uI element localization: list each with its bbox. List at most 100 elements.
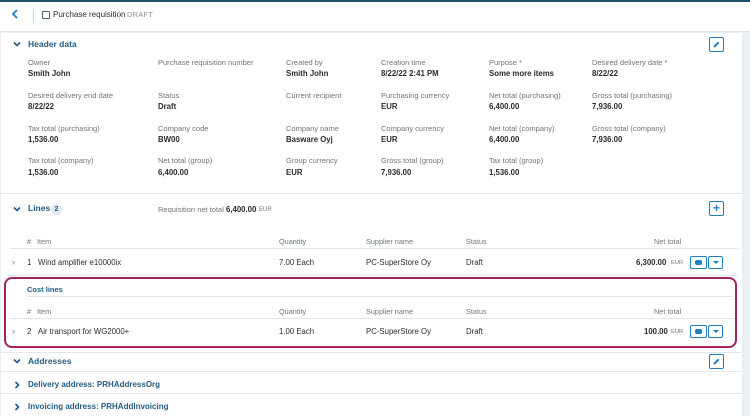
field-value: Some more items	[489, 69, 554, 78]
column-header-status: Status	[466, 237, 487, 246]
field-value: 7,936.00	[592, 102, 623, 111]
row-quantity: 1.00 Each	[279, 327, 315, 336]
column-header-number: #	[27, 237, 32, 246]
field-label: Net total (group)	[158, 156, 213, 165]
chevron-right-icon[interactable]	[13, 381, 21, 389]
table-header-divider	[10, 248, 738, 249]
field-value: EUR	[381, 135, 398, 144]
row-number: 1	[27, 258, 32, 267]
divider	[1, 393, 742, 394]
field-label: Desired delivery end date	[28, 91, 114, 100]
edit-button[interactable]	[709, 37, 724, 52]
row-status: Draft	[466, 258, 483, 267]
field-label: Purpose *	[489, 58, 522, 67]
status-badge: DRAFT	[127, 10, 153, 19]
chevron-right-icon[interactable]: ›	[12, 326, 15, 336]
field-label: Status	[158, 91, 180, 100]
column-header-net-total: Net total	[654, 307, 682, 316]
caret-down-icon	[712, 330, 719, 333]
column-header-status: Status	[466, 307, 487, 316]
field-value: 8/22/22 2:41 PM	[381, 69, 439, 78]
field-label: Tax total (company)	[28, 156, 94, 165]
top-bar: Purchase requisition DRAFT	[0, 0, 750, 32]
field-label: Owner	[28, 58, 51, 67]
field-label: Company currency	[381, 124, 444, 133]
field-label: Current recipient	[286, 91, 342, 100]
field-value: Smith John	[28, 69, 71, 78]
chevron-down-icon[interactable]	[13, 205, 21, 213]
field-label: Company name	[286, 124, 339, 133]
pencil-icon	[713, 41, 720, 48]
field-value: 6,400.00	[489, 102, 520, 111]
row-item[interactable]: Wind amplifier e10000ix	[38, 258, 121, 267]
row-item[interactable]: Air transport for WG2000+	[38, 327, 129, 336]
scrollbar[interactable]	[743, 33, 750, 416]
field-label: Purchasing currency	[381, 91, 450, 100]
field-label: Net total (company)	[489, 124, 555, 133]
field-label: Gross total (group)	[381, 156, 444, 165]
comment-icon	[695, 329, 702, 334]
breadcrumb-title[interactable]: Purchase requisition	[53, 10, 125, 19]
field-value: 8/22/22	[592, 69, 619, 78]
requisition-net-total-value: 6,400.00	[226, 205, 257, 214]
section-title-lines[interactable]: Lines	[28, 203, 50, 213]
chevron-left-icon[interactable]	[9, 8, 23, 22]
invoicing-address-link[interactable]: Invoicing address: PRHAddInvoicing	[28, 402, 168, 411]
field-value: Basware Oyj	[286, 135, 333, 144]
row-actions-dropdown[interactable]	[708, 256, 723, 269]
section-title-header-data[interactable]: Header data	[28, 39, 77, 49]
divider	[1, 193, 742, 194]
row-net-total: 100.00	[644, 327, 668, 336]
field-label: Net total (purchasing)	[489, 91, 561, 100]
separator	[33, 9, 34, 23]
edit-addresses-button[interactable]	[709, 354, 724, 369]
requisition-net-total-label: Requisition net total	[158, 205, 224, 214]
column-header-number: #	[27, 307, 32, 316]
row-supplier: PC-SuperStore Oy	[366, 327, 431, 336]
row-number: 2	[27, 327, 32, 336]
requisition-net-total-currency: EUR	[259, 207, 272, 213]
field-value: 6,400.00	[489, 135, 520, 144]
column-header-item: Item	[37, 307, 52, 316]
top-accent-line	[0, 0, 750, 2]
divider	[1, 371, 742, 372]
column-header-quantity: Quantity	[279, 237, 307, 246]
field-label: Company code	[158, 124, 209, 133]
chevron-down-icon[interactable]	[13, 357, 21, 365]
divider	[27, 296, 733, 297]
chevron-down-icon[interactable]	[13, 40, 21, 48]
field-value: Smith John	[286, 69, 329, 78]
add-line-button[interactable]: +	[709, 201, 724, 216]
field-value: 7,936.00	[592, 135, 623, 144]
comment-button[interactable]	[690, 256, 707, 269]
comment-icon	[695, 260, 702, 265]
field-label: Purchase requisition number	[158, 58, 254, 67]
column-header-net-total: Net total	[654, 237, 682, 246]
chevron-right-icon[interactable]: ›	[12, 257, 15, 267]
row-status: Draft	[466, 327, 483, 336]
field-value: 1,536.00	[489, 168, 520, 177]
column-header-item: Item	[37, 237, 52, 246]
field-label: Created by	[286, 58, 323, 67]
delivery-address-link[interactable]: Delivery address: PRHAddressOrg	[28, 380, 160, 389]
row-actions-dropdown[interactable]	[708, 325, 723, 338]
column-header-supplier: Supplier name	[366, 307, 414, 316]
field-label: Group currency	[286, 156, 338, 165]
field-label: Gross total (purchasing)	[592, 91, 673, 100]
field-value: 8/22/22	[28, 102, 55, 111]
row-quantity: 7.00 Each	[279, 258, 315, 267]
field-label: Tax total (group)	[489, 156, 544, 165]
row-supplier: PC-SuperStore Oy	[366, 258, 431, 267]
caret-down-icon	[712, 261, 719, 264]
row-currency: EUR	[671, 260, 684, 266]
separator	[119, 10, 120, 21]
comment-button[interactable]	[690, 325, 707, 338]
row-currency: EUR	[671, 329, 684, 335]
table-header-divider	[10, 318, 734, 319]
section-title-addresses[interactable]: Addresses	[28, 356, 71, 366]
field-value: 1,536.00	[28, 135, 59, 144]
column-header-quantity: Quantity	[279, 307, 307, 316]
chevron-right-icon[interactable]	[13, 403, 21, 411]
field-value: 1,536.00	[28, 168, 59, 177]
field-value: BW00	[158, 135, 180, 144]
